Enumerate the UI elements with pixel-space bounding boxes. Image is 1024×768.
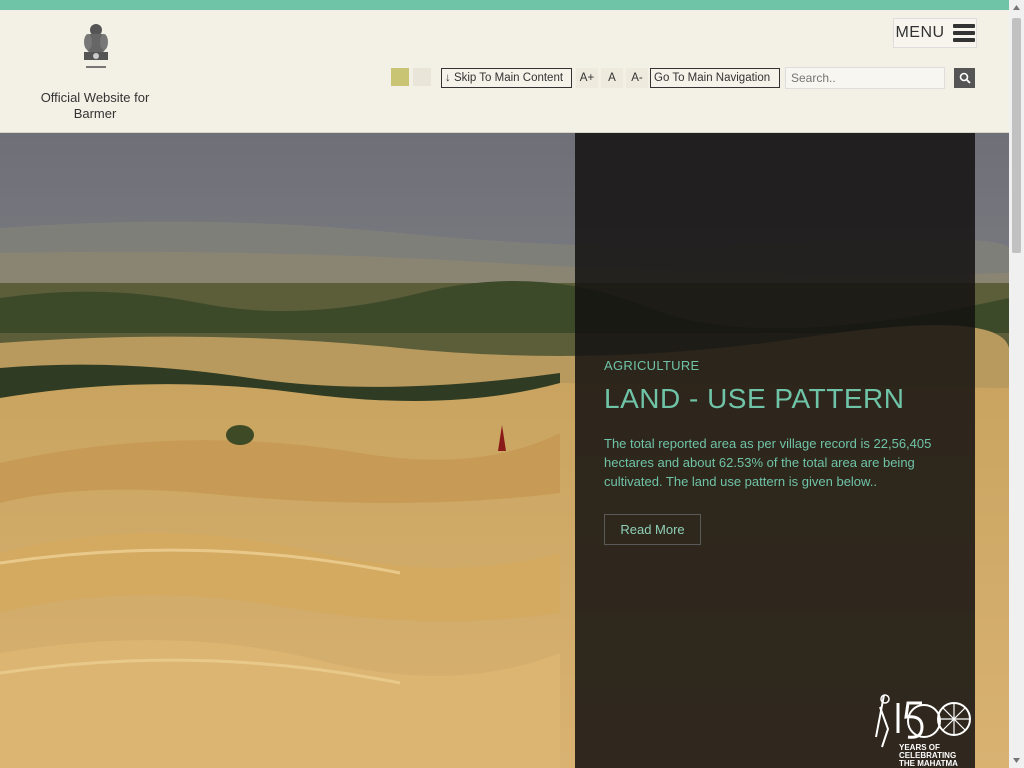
- slide-title: LAND - USE PATTERN: [604, 383, 905, 414]
- search-button[interactable]: [954, 68, 975, 88]
- badge-line-3: THE MAHATMA: [899, 759, 958, 768]
- menu-label: MENU: [895, 24, 945, 41]
- font-normal-button[interactable]: A: [601, 68, 623, 88]
- hero-slider: AGRICULTURE LAND - USE PATTERN The total…: [0, 133, 1009, 768]
- top-accent-strip: [0, 0, 1009, 10]
- scrollbar-thumb[interactable]: [1012, 18, 1021, 253]
- theme-swatch-light[interactable]: [413, 68, 431, 86]
- theme-swatch-yellow[interactable]: [391, 68, 409, 86]
- read-more-button[interactable]: Read More: [604, 514, 701, 545]
- search-icon: [959, 72, 971, 84]
- site-header: Official Website for Barmer MENU ↓ Skip …: [0, 10, 1009, 134]
- vertical-scrollbar[interactable]: [1009, 0, 1024, 768]
- scroll-down-arrow-icon[interactable]: [1012, 754, 1021, 766]
- skip-to-main-content-link[interactable]: ↓ Skip To Main Content: [441, 68, 572, 88]
- slide-description: The total reported area as per village r…: [604, 436, 932, 489]
- font-increase-button[interactable]: A+: [576, 68, 598, 88]
- search-input[interactable]: [785, 67, 945, 89]
- font-decrease-button[interactable]: A-: [626, 68, 648, 88]
- scroll-up-arrow-icon[interactable]: [1012, 2, 1021, 14]
- slide-caption-panel: AGRICULTURE LAND - USE PATTERN The total…: [575, 133, 975, 768]
- slide-category: AGRICULTURE: [604, 358, 700, 373]
- national-emblem-icon[interactable]: [78, 22, 114, 80]
- hamburger-icon: [952, 24, 975, 42]
- menu-button[interactable]: MENU: [893, 18, 977, 48]
- go-to-main-navigation-link[interactable]: Go To Main Navigation: [650, 68, 780, 88]
- site-title: Official Website for Barmer: [40, 90, 150, 121]
- anniversary-logo-icon[interactable]: YEARS OF CELEBRATING THE MAHATMA: [872, 689, 982, 768]
